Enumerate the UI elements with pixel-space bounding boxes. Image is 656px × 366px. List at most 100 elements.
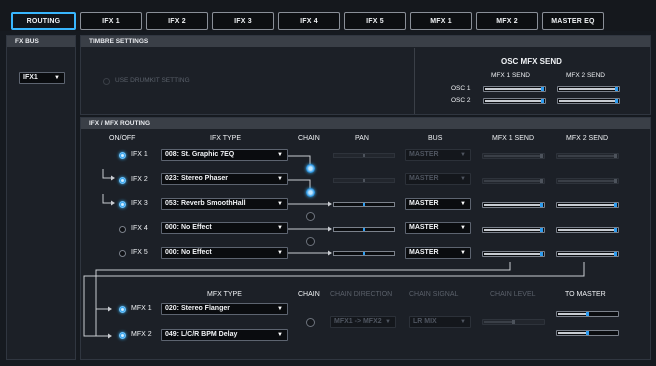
ifx1-bus-select[interactable]: MASTER ▼ [405, 149, 471, 161]
ifx3-on-toggle[interactable] [119, 201, 126, 208]
ifx5-type-value: 000: No Effect [165, 249, 212, 256]
ifx2-pan-slider[interactable] [333, 178, 395, 183]
chain-direction-value: MFX1 -> MFX2 [334, 318, 382, 325]
mfx2-type-select[interactable]: 049: L/C/R BPM Delay ▼ [161, 329, 288, 341]
col-mfx1-send: MFX 1 SEND [492, 135, 535, 142]
fx-bus-panel: FX BUS IFX1 ▼ [6, 35, 76, 360]
ifx2-bus-value: MASTER [409, 175, 439, 182]
col-bus: BUS [428, 135, 443, 142]
fx-bus-select[interactable]: IFX1 ▼ [19, 72, 65, 84]
chain-level-slider[interactable] [482, 319, 545, 325]
chain-signal-select[interactable]: LR MIX ▼ [409, 316, 471, 328]
ifx2-on-toggle[interactable] [119, 177, 126, 184]
ifx1-mfx1-send-slider[interactable] [482, 153, 545, 159]
ifx4-type-select[interactable]: 000: No Effect ▼ [161, 222, 288, 234]
ifx4-label: IFX 4 [131, 225, 148, 232]
tab-master-eq[interactable]: MASTER EQ [542, 12, 604, 30]
mfx1-type-value: 020: Stereo Flanger [165, 305, 230, 312]
ifx1-on-toggle[interactable] [119, 152, 126, 159]
ifx4-chain-toggle[interactable] [306, 237, 315, 246]
osc-mfx-send-title: OSC MFX SEND [501, 57, 562, 66]
use-drumkit-label: USE DRUMKIT SETTING [115, 77, 190, 84]
ifx3-mfx2-send-slider[interactable] [556, 202, 619, 208]
ifx5-mfx2-send-slider[interactable] [556, 251, 619, 257]
ifx4-bus-select[interactable]: MASTER ▼ [405, 222, 471, 234]
ifx3-type-select[interactable]: 053: Reverb SmoothHall ▼ [161, 198, 288, 210]
ifx4-pan-slider[interactable] [333, 227, 395, 232]
col-chain-signal: CHAIN SIGNAL [409, 291, 459, 298]
ifx4-on-toggle[interactable] [119, 226, 126, 233]
fx-bus-value: IFX1 [23, 74, 38, 81]
chevron-down-icon: ▼ [277, 152, 283, 158]
ifx1-bus-value: MASTER [409, 151, 439, 158]
osc2-label: OSC 2 [451, 97, 471, 104]
tab-ifx1[interactable]: IFX 1 [80, 12, 142, 30]
ifx3-bus-select[interactable]: MASTER ▼ [405, 198, 471, 210]
ifx1-pan-slider[interactable] [333, 153, 395, 158]
ifx4-type-value: 000: No Effect [165, 224, 212, 231]
ifx2-bus-select[interactable]: MASTER ▼ [405, 173, 471, 185]
ifx5-pan-slider[interactable] [333, 251, 395, 256]
osc1-mfx1-send-slider[interactable] [483, 86, 546, 92]
fx-bus-header: FX BUS [7, 36, 75, 47]
ifx2-mfx2-send-slider[interactable] [556, 178, 619, 184]
ifx3-pan-slider[interactable] [333, 202, 395, 207]
chevron-down-icon: ▼ [277, 201, 283, 207]
tab-mfx2[interactable]: MFX 2 [476, 12, 538, 30]
ifx4-mfx2-send-slider[interactable] [556, 227, 619, 233]
ifx3-bus-value: MASTER [409, 200, 439, 207]
divider [414, 48, 415, 114]
timbre-settings-header: TIMBRE SETTINGS [81, 36, 650, 47]
ifx1-type-select[interactable]: 008: St. Graphic 7EQ ▼ [161, 149, 288, 161]
ifx1-mfx2-send-slider[interactable] [556, 153, 619, 159]
tab-routing[interactable]: ROUTING [11, 12, 76, 30]
ifx4-mfx1-send-slider[interactable] [482, 227, 545, 233]
tab-ifx3[interactable]: IFX 3 [212, 12, 274, 30]
osc2-mfx1-send-slider[interactable] [483, 98, 546, 104]
mfx2-to-master-slider[interactable] [556, 330, 619, 336]
ifx4-bus-value: MASTER [409, 224, 439, 231]
ifx5-on-toggle[interactable] [119, 250, 126, 257]
ifx5-mfx1-send-slider[interactable] [482, 251, 545, 257]
chain-direction-select[interactable]: MFX1 -> MFX2 ▼ [330, 316, 396, 328]
ifx5-bus-select[interactable]: MASTER ▼ [405, 247, 471, 259]
ifx2-mfx1-send-slider[interactable] [482, 178, 545, 184]
mfx1-type-select[interactable]: 020: Stereo Flanger ▼ [161, 303, 288, 315]
ifx5-bus-value: MASTER [409, 249, 439, 256]
chevron-down-icon: ▼ [460, 176, 466, 182]
mfx2-on-toggle[interactable] [119, 332, 126, 339]
chevron-down-icon: ▼ [54, 75, 60, 81]
osc2-mfx2-send-slider[interactable] [557, 98, 620, 104]
ifx2-type-select[interactable]: 023: Stereo Phaser ▼ [161, 173, 288, 185]
ifx1-chain-toggle[interactable] [306, 164, 315, 173]
chevron-down-icon: ▼ [460, 319, 466, 325]
chevron-down-icon: ▼ [460, 152, 466, 158]
ifx3-chain-toggle[interactable] [306, 212, 315, 221]
mfx1-on-toggle[interactable] [119, 306, 126, 313]
timbre-settings-panel: TIMBRE SETTINGS USE DRUMKIT SETTING OSC … [80, 35, 651, 115]
ifx5-type-select[interactable]: 000: No Effect ▼ [161, 247, 288, 259]
chevron-down-icon: ▼ [277, 225, 283, 231]
mfx-chain-toggle[interactable] [306, 318, 315, 327]
use-drumkit-radio[interactable] [103, 78, 110, 85]
routing-header: IFX / MFX ROUTING [81, 118, 650, 129]
osc-mfx1-send-header: MFX 1 SEND [491, 72, 531, 79]
ifx2-chain-toggle[interactable] [306, 188, 315, 197]
osc1-mfx2-send-slider[interactable] [557, 86, 620, 92]
ifx3-label: IFX 3 [131, 200, 148, 207]
ifx5-label: IFX 5 [131, 249, 148, 256]
ifx2-label: IFX 2 [131, 176, 148, 183]
chevron-down-icon: ▼ [460, 201, 466, 207]
ifx1-label: IFX 1 [131, 151, 148, 158]
chain-signal-value: LR MIX [413, 318, 437, 325]
tab-mfx1[interactable]: MFX 1 [410, 12, 472, 30]
col-to-master: TO MASTER [565, 291, 606, 298]
ifx1-type-value: 008: St. Graphic 7EQ [165, 151, 235, 158]
chevron-down-icon: ▼ [277, 332, 283, 338]
tab-ifx2[interactable]: IFX 2 [146, 12, 208, 30]
ifx3-mfx1-send-slider[interactable] [482, 202, 545, 208]
tab-ifx5[interactable]: IFX 5 [344, 12, 406, 30]
tab-ifx4[interactable]: IFX 4 [278, 12, 340, 30]
col-mfx-chain: CHAIN [298, 291, 320, 298]
mfx1-to-master-slider[interactable] [556, 311, 619, 317]
